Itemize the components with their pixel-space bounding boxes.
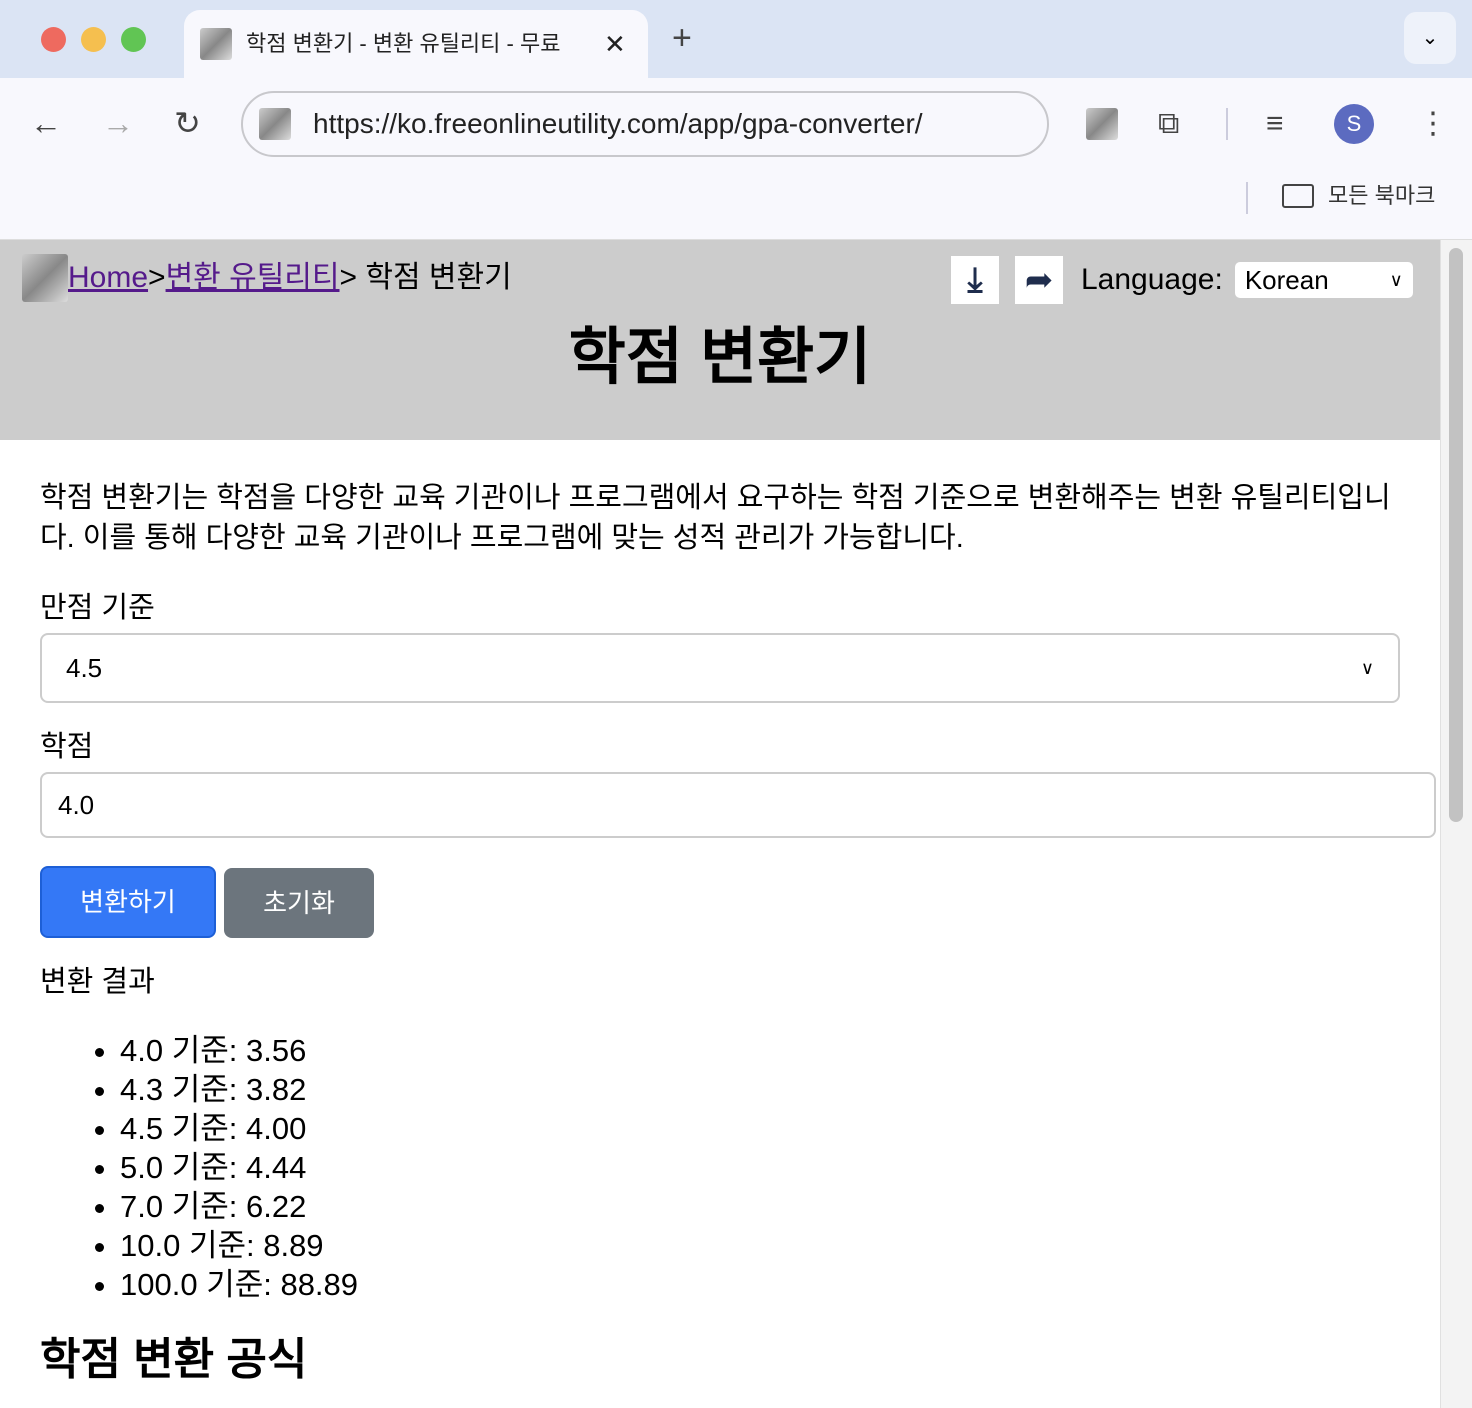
download-icon[interactable]: ⤓ [951,256,999,304]
breadcrumb-separator: > [339,261,358,294]
site-logo-icon [22,254,68,302]
page-header: Home > 변환 유틸리티 > 학점 변환기 ⤓ ➦ Language: Ko… [0,240,1440,440]
language-value: Korean [1244,265,1329,295]
back-icon[interactable]: ← [30,104,62,142]
extensions-puzzle-icon[interactable]: ⧉ [1158,106,1179,142]
result-item: 4.5 기준: 4.00 [120,1109,1400,1148]
minimize-window-button[interactable] [81,27,106,52]
page-title: 학점 변환기 [568,323,872,392]
formula-heading: 학점 변환 공식 [40,1335,308,1384]
grade-label: 학점 [40,731,94,763]
divider [1226,108,1228,140]
page-content: Home > 변환 유틸리티 > 학점 변환기 ⤓ ➦ Language: Ko… [0,240,1440,1382]
grade-value: 4.0 [58,790,95,820]
media-queue-icon[interactable]: ≡ [1266,106,1284,142]
share-icon[interactable]: ➦ [1015,256,1063,304]
convert-button[interactable]: 변환하기 [40,866,216,938]
result-item: 4.3 기준: 3.82 [120,1070,1400,1109]
scale-select[interactable]: 4.5 ∨ [40,633,1400,703]
result-item: 5.0 기준: 4.44 [120,1148,1400,1187]
language-select[interactable]: Korean ∨ [1234,262,1413,298]
result-item: 100.0 기준: 88.89 [120,1265,1400,1304]
language-label: Language: [1081,263,1223,296]
breadcrumb: Home > 변환 유틸리티 > 학점 변환기 [22,254,512,302]
new-tab-icon[interactable]: + [672,18,692,58]
breadcrumb-home-link[interactable]: Home [68,254,148,302]
close-window-button[interactable] [41,27,66,52]
tab-bar: 학점 변환기 - 변환 유틸리티 - 무료 ✕ + ⌄ [0,0,1472,78]
result-title: 변환 결과 [40,966,155,998]
reload-icon[interactable]: ↻ [174,104,201,142]
scrollbar[interactable] [1440,240,1472,1408]
extension-wrench-icon[interactable] [1086,108,1118,140]
reset-button[interactable]: 초기화 [224,868,374,938]
result-item: 4.0 기준: 3.56 [120,1031,1400,1070]
tab-search-chevron-icon[interactable]: ⌄ [1404,12,1456,64]
profile-avatar[interactable]: S [1334,104,1374,144]
tab-title: 학점 변환기 - 변환 유틸리티 - 무료 [246,31,561,56]
all-bookmarks-button[interactable]: 모든 북마크 [1282,182,1435,210]
breadcrumb-current: 학점 변환기 [357,261,512,294]
grade-input[interactable]: 4.0 [40,772,1436,838]
result-item: 7.0 기준: 6.22 [120,1187,1400,1226]
address-bar[interactable]: https://ko.freeonlineutility.com/app/gpa… [241,91,1049,157]
scrollbar-thumb[interactable] [1449,248,1463,822]
maximize-window-button[interactable] [121,27,146,52]
results-list: 4.0 기준: 3.56 4.3 기준: 3.82 4.5 기준: 4.00 5… [40,1031,1400,1304]
chevron-down-icon: ∨ [1360,658,1374,678]
chevron-down-icon: ∨ [1389,270,1403,290]
forward-icon[interactable]: → [102,104,134,142]
folder-icon [1282,184,1314,208]
browser-toolbar: ← → ↻ https://ko.freeonlineutility.com/a… [0,78,1472,240]
scale-value: 4.5 [66,653,103,683]
more-menu-icon[interactable]: ⋮ [1418,106,1448,142]
close-tab-icon[interactable]: ✕ [604,29,626,59]
url-text: https://ko.freeonlineutility.com/app/gpa… [313,108,923,139]
bookmarks-label: 모든 북마크 [1328,183,1436,208]
wrench-favicon-icon [200,28,232,60]
site-icon [259,108,291,140]
breadcrumb-separator: > [148,261,166,294]
divider [1246,182,1248,214]
browser-tab[interactable]: 학점 변환기 - 변환 유틸리티 - 무료 ✕ [184,10,648,78]
breadcrumb-category-link[interactable]: 변환 유틸리티 [166,254,340,302]
description: 학점 변환기는 학점을 다양한 교육 기관이나 프로그램에서 요구하는 학점 기… [40,482,1391,554]
result-item: 10.0 기준: 8.89 [120,1226,1400,1265]
scale-label: 만점 기준 [40,592,155,624]
